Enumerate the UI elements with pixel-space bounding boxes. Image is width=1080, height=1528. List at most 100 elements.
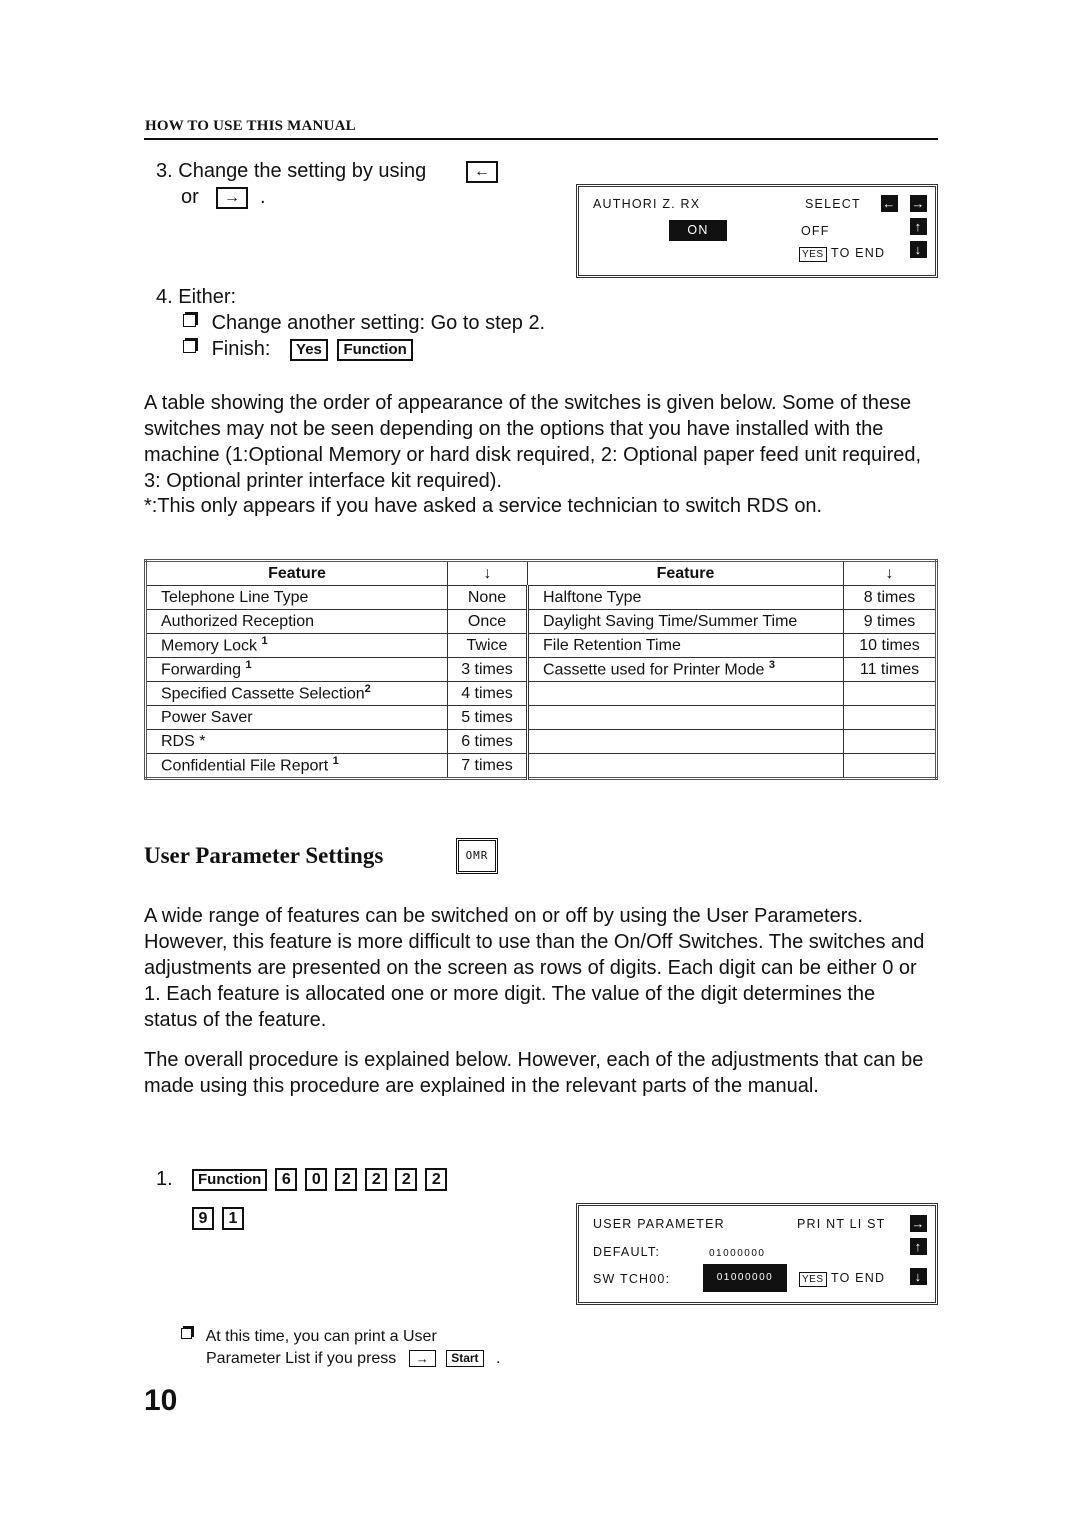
lcd-switch-label: SW TCH00: bbox=[593, 1272, 671, 1286]
count-cell: 4 times bbox=[447, 681, 529, 706]
down-arrow-icon: ↓ bbox=[910, 1268, 927, 1285]
footnote-marker: 1 bbox=[245, 659, 252, 672]
feature-cell: Specified Cassette Selection2 bbox=[145, 681, 448, 706]
lcd-switch-value-selected: 01000000 bbox=[703, 1264, 787, 1292]
lcd-label: AUTHORI Z. RX bbox=[593, 197, 701, 211]
feature-cell: Confidential File Report 1 bbox=[145, 753, 448, 779]
table-header-row: Feature ↓ Feature ↓ bbox=[145, 560, 937, 586]
print-list-note: At this time, you can print a User bbox=[181, 1326, 437, 1348]
lcd-option-off: OFF bbox=[801, 224, 830, 238]
function-key: Function bbox=[337, 338, 413, 361]
down-arrow-icon: ↓ bbox=[910, 241, 927, 258]
table-row: Specified Cassette Selection2 4 times bbox=[145, 681, 937, 706]
checkbox-bullet-icon bbox=[183, 314, 196, 327]
digit-key: 2 bbox=[365, 1168, 388, 1191]
count-cell: 5 times bbox=[447, 705, 529, 730]
footnote-marker: 1 bbox=[261, 635, 268, 648]
step-number: 4. bbox=[156, 286, 173, 308]
feature-name: Specified Cassette Selection bbox=[161, 685, 365, 703]
lcd-option-on-selected: ON bbox=[669, 220, 727, 241]
count-cell: 10 times bbox=[843, 633, 937, 658]
count-cell bbox=[843, 681, 937, 706]
or-text: or bbox=[181, 186, 199, 208]
note-line1: At this time, you can print a User bbox=[205, 1328, 437, 1345]
count-cell: 6 times bbox=[447, 729, 529, 754]
count-cell bbox=[843, 753, 937, 779]
table-row: Authorized Reception Once Daylight Saving … bbox=[145, 609, 937, 634]
feature-name: File Retention Time bbox=[543, 636, 681, 654]
up-arrow-icon: ↑ bbox=[910, 1238, 927, 1255]
feature-name: Authorized Reception bbox=[161, 612, 314, 630]
lcd-yes-to-end: YES TO END bbox=[799, 1271, 885, 1287]
period: . bbox=[496, 1350, 501, 1367]
count-cell bbox=[843, 705, 937, 730]
count-cell: 9 times bbox=[843, 609, 937, 634]
lcd-select: SELECT bbox=[805, 197, 861, 211]
digit-key: 6 bbox=[275, 1168, 298, 1191]
feature-cell bbox=[527, 753, 844, 779]
feature-cell: Memory Lock 1 bbox=[145, 633, 448, 658]
checkbox-bullet-icon bbox=[181, 1328, 192, 1339]
feature-name: Power Saver bbox=[161, 708, 253, 726]
user-parameter-paragraph: A wide range of features can be switched… bbox=[144, 905, 925, 1031]
header-count: ↓ bbox=[843, 560, 937, 586]
to-end-text: TO END bbox=[830, 1271, 886, 1285]
print-list-note-line2: Parameter List if you press → Start . bbox=[206, 1348, 500, 1370]
digit-key: 9 bbox=[192, 1207, 214, 1230]
feature-cell: Cassette used for Printer Mode 3 bbox=[527, 657, 844, 682]
step-3-or: or bbox=[181, 184, 199, 210]
header-title: HOW TO USE THIS MANUAL bbox=[145, 118, 356, 134]
header-feature: Feature bbox=[527, 560, 844, 586]
count-cell: None bbox=[447, 585, 529, 610]
feature-name: Daylight Saving Time/Summer Time bbox=[543, 612, 798, 630]
function-key: Function bbox=[192, 1168, 268, 1191]
right-arrow-icon: → bbox=[910, 1215, 927, 1232]
feature-cell: Power Saver bbox=[145, 705, 448, 730]
count-cell: Twice bbox=[447, 633, 529, 658]
step-3: 3. Change the setting by using bbox=[156, 158, 426, 184]
to-end-text: TO END bbox=[830, 246, 886, 260]
lcd-yes-to-end: YES TO END bbox=[799, 246, 885, 262]
digit-key: 0 bbox=[305, 1168, 328, 1191]
footnote-marker: 3 bbox=[768, 659, 776, 672]
lcd-default-value: 01000000 bbox=[709, 1248, 766, 1259]
lcd-label: USER PARAMETER bbox=[593, 1217, 725, 1231]
feature-cell bbox=[527, 729, 844, 754]
left-arrow-icon: ← bbox=[881, 195, 898, 212]
count-cell: 7 times bbox=[447, 753, 529, 779]
feature-cell bbox=[527, 705, 844, 730]
header-feature: Feature bbox=[145, 560, 448, 586]
count-cell: 3 times bbox=[447, 657, 529, 682]
option-finish: Finish: Yes Function bbox=[183, 336, 413, 362]
footnote-marker: 2 bbox=[364, 683, 371, 696]
yes-key-icon: YES bbox=[799, 1272, 827, 1287]
step-4: 4. Either: bbox=[156, 284, 236, 310]
feature-name: Confidential File Report bbox=[161, 757, 333, 775]
count-cell: 8 times bbox=[843, 585, 937, 610]
rds-footnote: *:This only appears if you have asked a … bbox=[144, 495, 823, 517]
feature-name: Halftone Type bbox=[543, 588, 642, 606]
lcd-print-list: PRI NT LI ST bbox=[797, 1217, 886, 1231]
digit-key: 2 bbox=[395, 1168, 418, 1191]
note-line2: Parameter List if you press bbox=[206, 1350, 397, 1367]
feature-cell: File Retention Time bbox=[527, 633, 844, 658]
step-text: Change the setting by using bbox=[178, 160, 427, 182]
right-arrow-icon: → bbox=[910, 195, 927, 212]
lcd-display-authorized-rx: AUTHORI Z. RX SELECT ← → ON OFF ↑ YES TO… bbox=[576, 184, 938, 278]
feature-name: Memory Lock bbox=[161, 637, 262, 655]
option-text: Change another setting: Go to step 2. bbox=[211, 312, 546, 334]
option-text: Finish: bbox=[211, 338, 271, 360]
lcd-default-label: DEFAULT: bbox=[593, 1245, 661, 1259]
up-arrow-icon: ↑ bbox=[910, 218, 927, 235]
header-count: ↓ bbox=[447, 560, 528, 586]
count-cell bbox=[843, 729, 937, 754]
digit-key: 2 bbox=[335, 1168, 358, 1191]
table-row: Confidential File Report 17 times bbox=[145, 753, 937, 779]
feature-cell: Daylight Saving Time/Summer Time bbox=[527, 609, 844, 634]
digit-key: 1 bbox=[222, 1207, 244, 1230]
right-arrow-key: → bbox=[408, 1350, 436, 1368]
feature-name: Cassette used for Printer Mode bbox=[543, 661, 769, 679]
omr-badge: OMR bbox=[456, 838, 498, 874]
start-key: Start bbox=[446, 1350, 484, 1368]
procedure-paragraph: The overall procedure is explained below… bbox=[144, 1049, 924, 1097]
